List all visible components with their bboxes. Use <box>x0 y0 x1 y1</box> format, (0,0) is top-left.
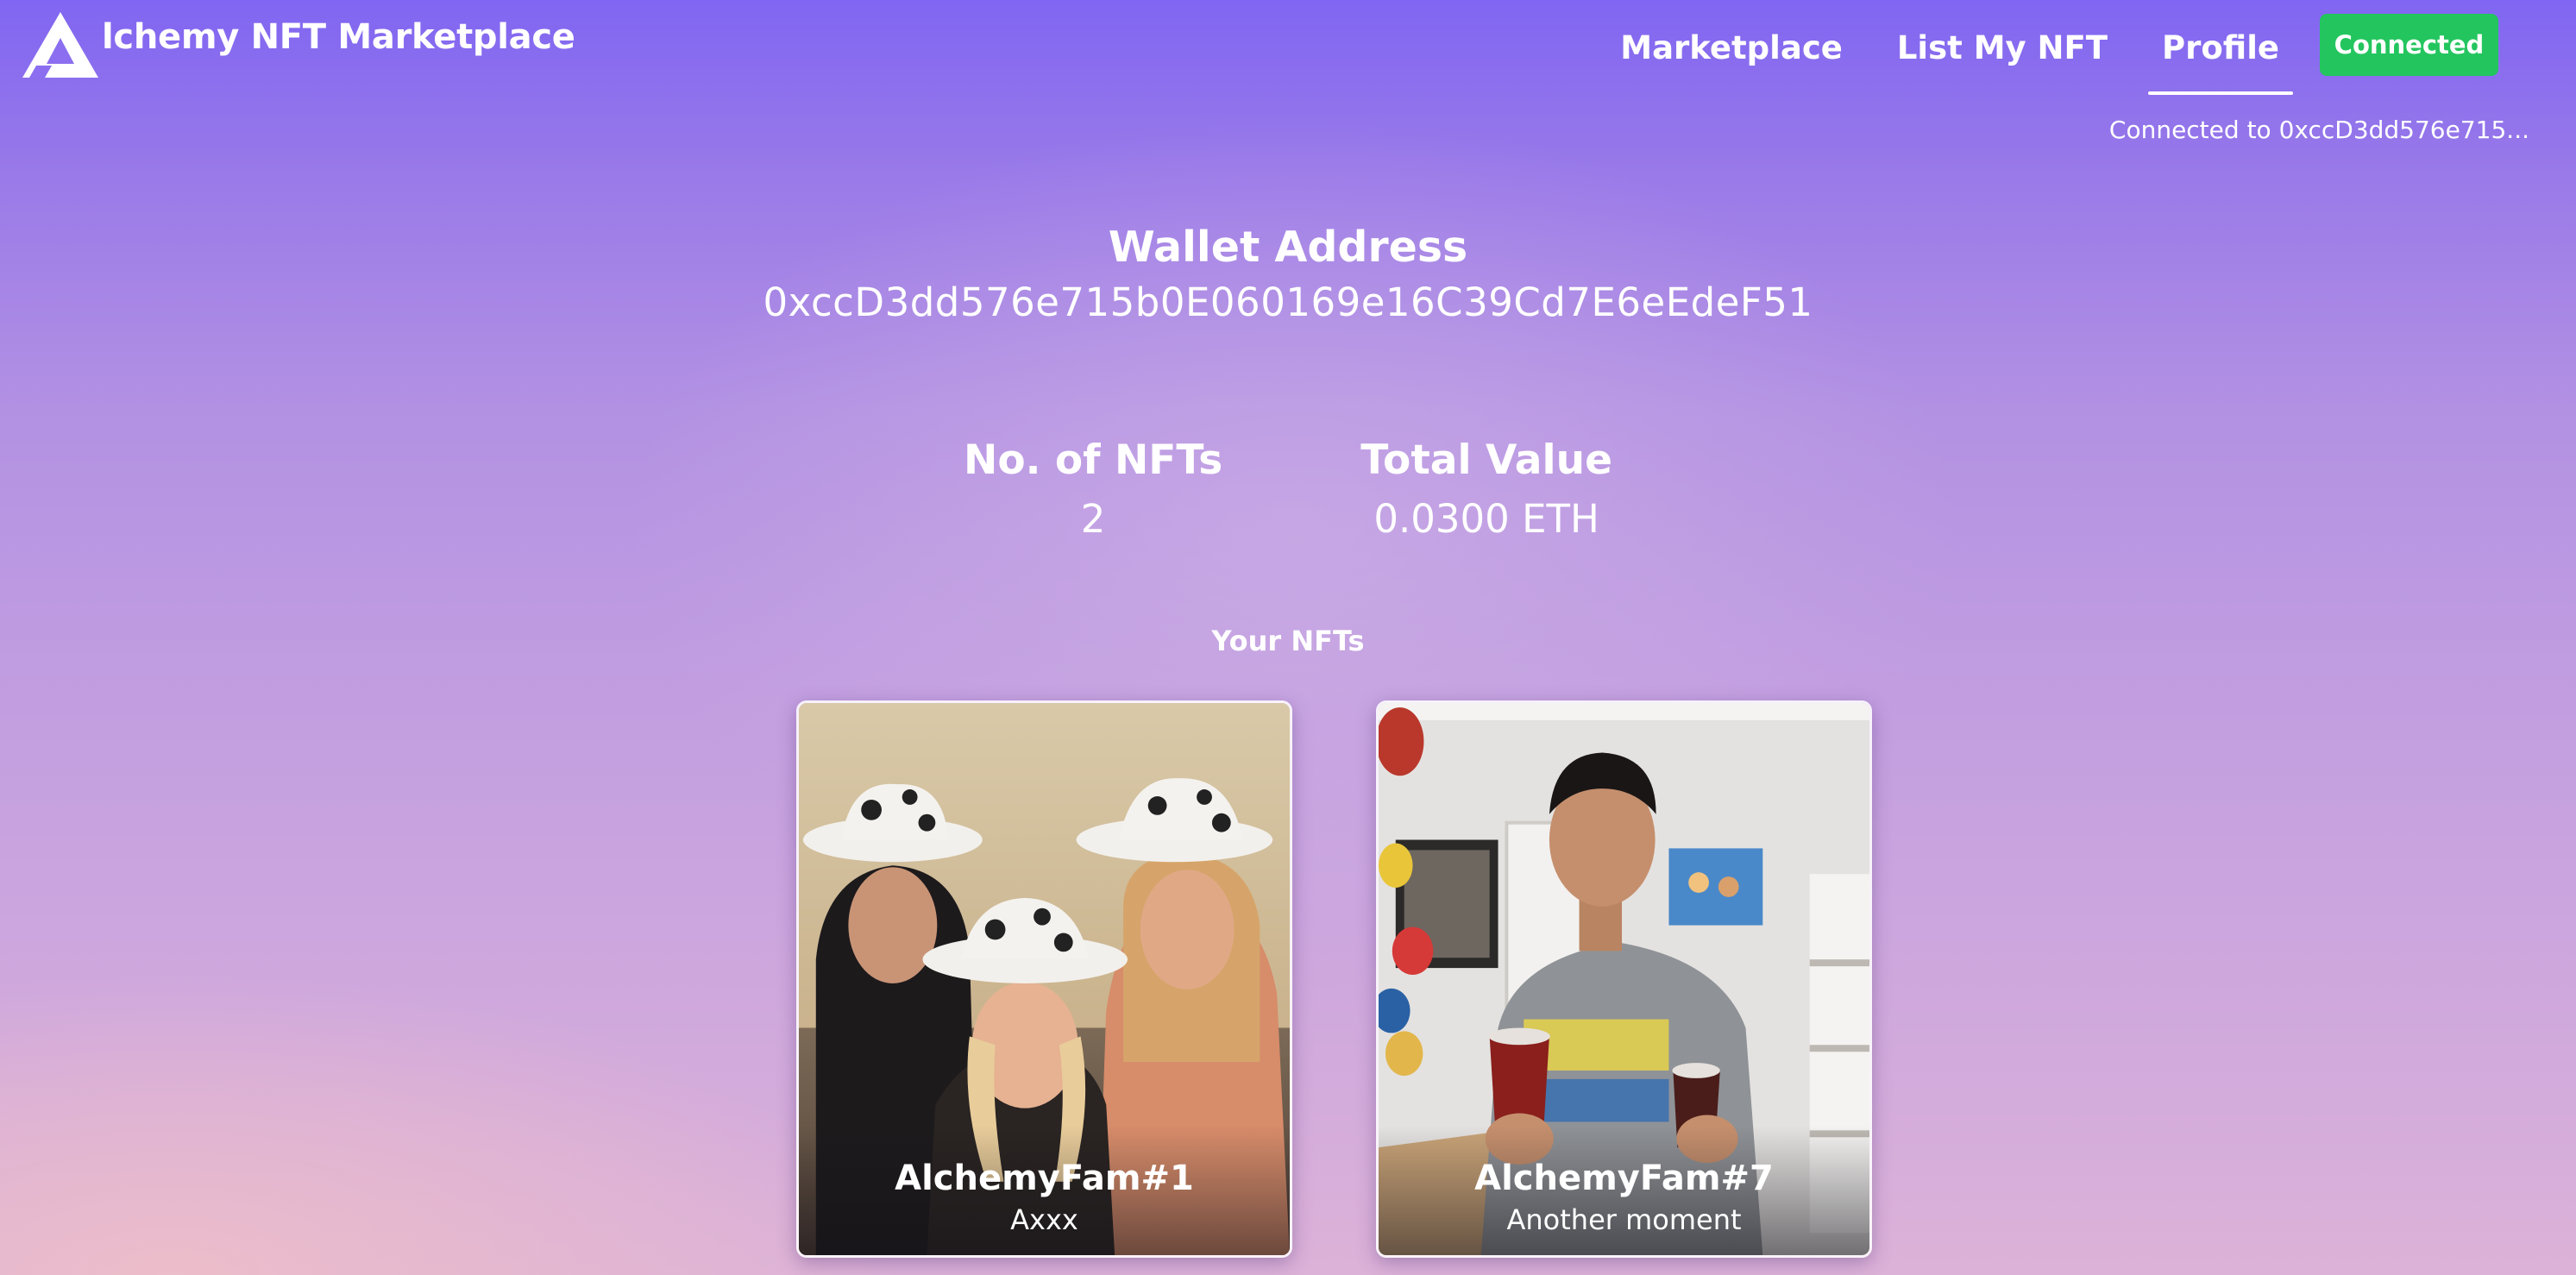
stat-total-value: Total Value 0.0300 ETH <box>1360 437 1612 542</box>
connect-wallet-button[interactable]: Connected <box>2320 14 2498 76</box>
nft-caption: AlchemyFam#7 Another moment <box>1379 1126 1869 1255</box>
main-nav: Marketplace List My NFT Profile Connecte… <box>1620 12 2498 95</box>
nft-name: AlchemyFam#1 <box>895 1159 1194 1198</box>
nft-name: AlchemyFam#7 <box>1474 1159 1774 1198</box>
stat-title: Total Value <box>1360 437 1612 484</box>
your-nfts-heading: Your NFTs <box>1211 625 1365 657</box>
nft-description: Another moment <box>1506 1203 1742 1236</box>
stat-title: No. of NFTs <box>964 437 1223 484</box>
profile-stats: No. of NFTs 2 Total Value 0.0300 ETH <box>0 437 2576 542</box>
nft-card[interactable]: AlchemyFam#1 Axxx <box>796 700 1292 1258</box>
brand-logo[interactable]: lchemy NFT Marketplace <box>21 10 575 79</box>
nft-card[interactable]: AlchemyFam#7 Another moment <box>1376 700 1872 1258</box>
brand-name: lchemy NFT Marketplace <box>102 17 575 57</box>
stat-value: 0.0300 ETH <box>1373 496 1599 542</box>
stat-value: 2 <box>1080 496 1106 542</box>
wallet-address-value: 0xccD3dd576e715b0E060169e16C39Cd7E6eEdeF… <box>763 279 1813 325</box>
wallet-address-title: Wallet Address <box>1108 223 1468 272</box>
stat-nft-count: No. of NFTs 2 <box>964 437 1222 542</box>
nft-description: Axxx <box>1010 1203 1078 1236</box>
alchemy-logo-icon <box>22 12 98 78</box>
connected-address-text: Connected to 0xccD3dd576e715... <box>2108 116 2529 144</box>
nft-caption: AlchemyFam#1 Axxx <box>799 1126 1290 1255</box>
nav-profile[interactable]: Profile <box>2148 12 2293 95</box>
nav-marketplace[interactable]: Marketplace <box>1620 12 1843 91</box>
nav-list-my-nft[interactable]: List My NFT <box>1897 12 2108 91</box>
